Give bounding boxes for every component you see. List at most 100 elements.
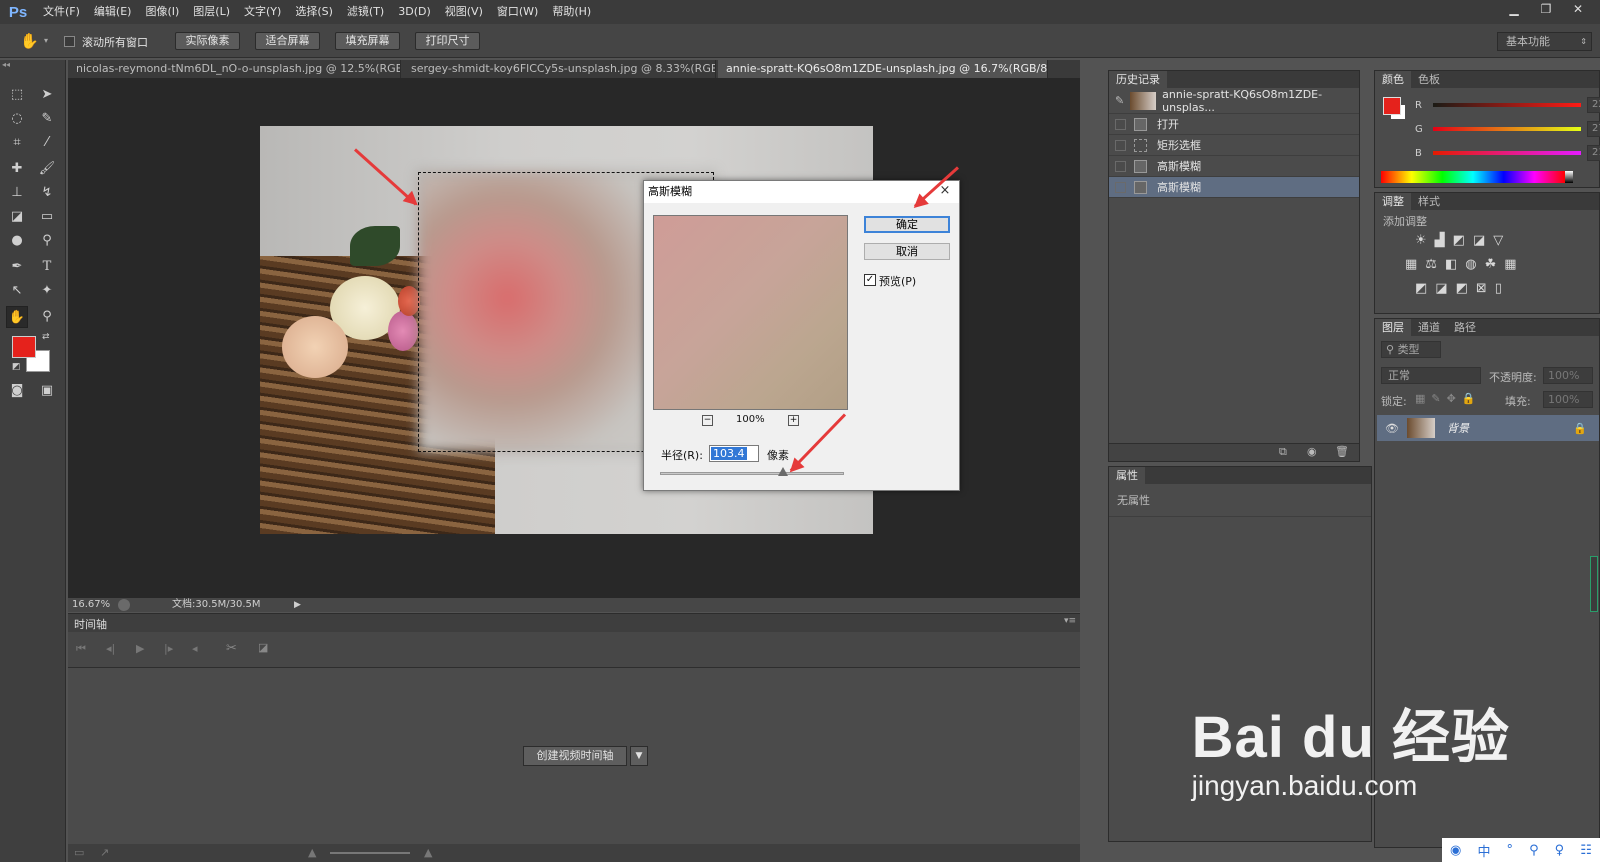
document-tab[interactable]: nicolas-reymond-tNm6DL_nO-o-unsplash.jpg…	[68, 60, 401, 78]
clone-stamp-tool-icon[interactable]: ⊥	[6, 182, 28, 204]
menu-layer[interactable]: 图层(L)	[186, 0, 237, 24]
toolbox-collapse-icon[interactable]: ◂◂	[2, 60, 64, 70]
ime-punctuation-icon[interactable]: °	[1507, 843, 1514, 858]
green-slider[interactable]	[1433, 127, 1581, 131]
filter-preview[interactable]	[653, 215, 848, 410]
workspace-select[interactable]: 基本功能 ⇕	[1497, 32, 1592, 51]
threshold-icon[interactable]: ◩	[1456, 281, 1468, 296]
healing-brush-tool-icon[interactable]: ✚	[6, 158, 28, 180]
timeline-title[interactable]: 时间轴	[74, 616, 107, 632]
tab-properties[interactable]: 属性	[1109, 467, 1145, 484]
trash-icon[interactable]: 🗑	[1335, 445, 1349, 458]
crop-tool-icon[interactable]: ⌗	[6, 132, 28, 154]
tool-preset-arrow-icon[interactable]: ▾	[44, 36, 48, 45]
tab-color[interactable]: 颜色	[1375, 71, 1411, 88]
zoom-out-icon[interactable]: ▲	[308, 846, 316, 859]
color-spectrum[interactable]	[1381, 171, 1565, 183]
frame-mode-icon[interactable]: ▭	[74, 846, 84, 859]
create-video-timeline-button[interactable]: 创建视频时间轴	[523, 746, 627, 766]
vibrance-icon[interactable]: ▽	[1493, 233, 1503, 248]
panel-menu-icon[interactable]: ▾≡	[1064, 616, 1076, 626]
photo-filter-icon[interactable]: ◍	[1465, 257, 1476, 272]
pen-tool-icon[interactable]: ✒	[6, 256, 28, 278]
brightness-icon[interactable]: ☀	[1415, 233, 1427, 248]
bw-ramp[interactable]	[1565, 171, 1573, 183]
opacity-input[interactable]: 100%	[1543, 367, 1593, 384]
restore-icon[interactable]: ❐	[1532, 0, 1560, 18]
red-value[interactable]: 228	[1587, 97, 1600, 113]
history-source-checkbox[interactable]	[1115, 160, 1126, 172]
dodge-tool-icon[interactable]: ⚲	[36, 230, 58, 252]
history-source-checkbox[interactable]	[1115, 139, 1126, 151]
cancel-button[interactable]: 取消	[864, 243, 950, 260]
history-item-selected[interactable]: 高斯模糊	[1109, 177, 1359, 198]
eye-icon[interactable]: 👁	[1385, 422, 1399, 435]
curves-icon[interactable]: ◩	[1453, 233, 1465, 248]
marquee-tool-icon[interactable]: ⬚	[6, 84, 28, 106]
zoom-tool-icon[interactable]: ⚲	[36, 306, 58, 328]
first-frame-icon[interactable]: ⏮	[76, 642, 86, 656]
lock-icons[interactable]: ▦✎✥🔒	[1415, 392, 1482, 405]
blur-tool-icon[interactable]: ●	[6, 230, 28, 252]
path-select-tool-icon[interactable]: ↖	[6, 280, 28, 302]
history-brush-tool-icon[interactable]: ↯	[36, 182, 58, 204]
document-tab[interactable]: sergey-shmidt-koy6FlCCy5s-unsplash.jpg @…	[403, 60, 716, 78]
invert-icon[interactable]: ◩	[1415, 281, 1427, 296]
layer-row-background[interactable]: 👁 背景 🔒	[1377, 415, 1599, 441]
status-menu-arrow-icon[interactable]: ▶	[294, 598, 301, 612]
tab-channels[interactable]: 通道	[1411, 319, 1447, 336]
ime-skin-icon[interactable]: ♀	[1555, 843, 1565, 858]
prev-frame-icon[interactable]: ◂|	[106, 642, 115, 655]
blue-slider[interactable]	[1433, 151, 1581, 155]
history-source-checkbox[interactable]	[1115, 118, 1126, 130]
menu-select[interactable]: 选择(S)	[288, 0, 340, 24]
timeline-type-dropdown[interactable]: ▼	[630, 746, 648, 766]
ime-chinese-mode[interactable]: 中	[1477, 841, 1490, 860]
ime-menu-icon[interactable]: ☷	[1580, 843, 1592, 858]
color-balance-icon[interactable]: ⚖	[1425, 257, 1437, 272]
minimize-icon[interactable]: ▁	[1500, 0, 1528, 18]
status-icon[interactable]	[118, 599, 130, 611]
menu-edit[interactable]: 编辑(E)	[87, 0, 139, 24]
blue-value[interactable]: 21	[1587, 145, 1600, 161]
camera-icon[interactable]: ◉	[1307, 445, 1317, 458]
brush-tool-icon[interactable]: 🖌	[36, 158, 58, 180]
channel-mixer-icon[interactable]: ☘	[1485, 257, 1497, 272]
history-item[interactable]: 高斯模糊	[1109, 156, 1359, 177]
default-colors-icon[interactable]: ◩	[12, 362, 21, 372]
menu-filter[interactable]: 滤镜(T)	[340, 0, 391, 24]
menu-view[interactable]: 视图(V)	[438, 0, 490, 24]
quick-mask-icon[interactable]: ◙	[6, 380, 28, 402]
type-tool-icon[interactable]: T	[36, 256, 58, 278]
split-icon[interactable]: ✂	[226, 641, 237, 656]
fill-input[interactable]: 100%	[1543, 391, 1593, 408]
layer-name[interactable]: 背景	[1447, 420, 1573, 436]
green-value[interactable]: 27	[1587, 121, 1600, 137]
tab-styles[interactable]: 样式	[1411, 193, 1447, 210]
blend-mode-select[interactable]: 正常	[1381, 367, 1481, 384]
hue-saturation-icon[interactable]: ▦	[1405, 257, 1417, 272]
history-item[interactable]: 矩形选框	[1109, 135, 1359, 156]
black-white-icon[interactable]: ◧	[1445, 257, 1457, 272]
hand-tool-icon[interactable]: ✋	[20, 32, 39, 50]
document-tab-active[interactable]: annie-spratt-KQ6sO8m1ZDE-unsplash.jpg @ …	[718, 60, 1048, 78]
zoom-in-button[interactable]: +	[788, 415, 799, 426]
tab-adjustments[interactable]: 调整	[1375, 193, 1411, 210]
color-lookup-icon[interactable]: ▦	[1504, 257, 1516, 272]
zoom-out-button[interactable]: −	[702, 415, 713, 426]
gradient-map-icon[interactable]: ▯	[1495, 281, 1502, 296]
move-tool-icon[interactable]: ➤	[36, 84, 58, 106]
new-document-icon[interactable]: ⧉	[1279, 445, 1287, 459]
history-source-checkbox[interactable]	[1115, 181, 1126, 193]
menu-image[interactable]: 图像(I)	[138, 0, 186, 24]
print-size-button[interactable]: 打印尺寸	[415, 32, 480, 50]
radius-input[interactable]: 103.4	[709, 445, 759, 462]
lasso-tool-icon[interactable]: ◌	[6, 108, 28, 130]
tab-history[interactable]: 历史记录	[1109, 71, 1167, 88]
render-icon[interactable]: ↗	[100, 846, 109, 859]
panel-scrollbar[interactable]	[1590, 556, 1598, 612]
tab-paths[interactable]: 路径	[1447, 319, 1483, 336]
play-icon[interactable]: ▶	[136, 642, 144, 655]
timeline-zoom-slider[interactable]	[330, 852, 410, 854]
eyedropper-tool-icon[interactable]: ⁄	[36, 132, 58, 154]
